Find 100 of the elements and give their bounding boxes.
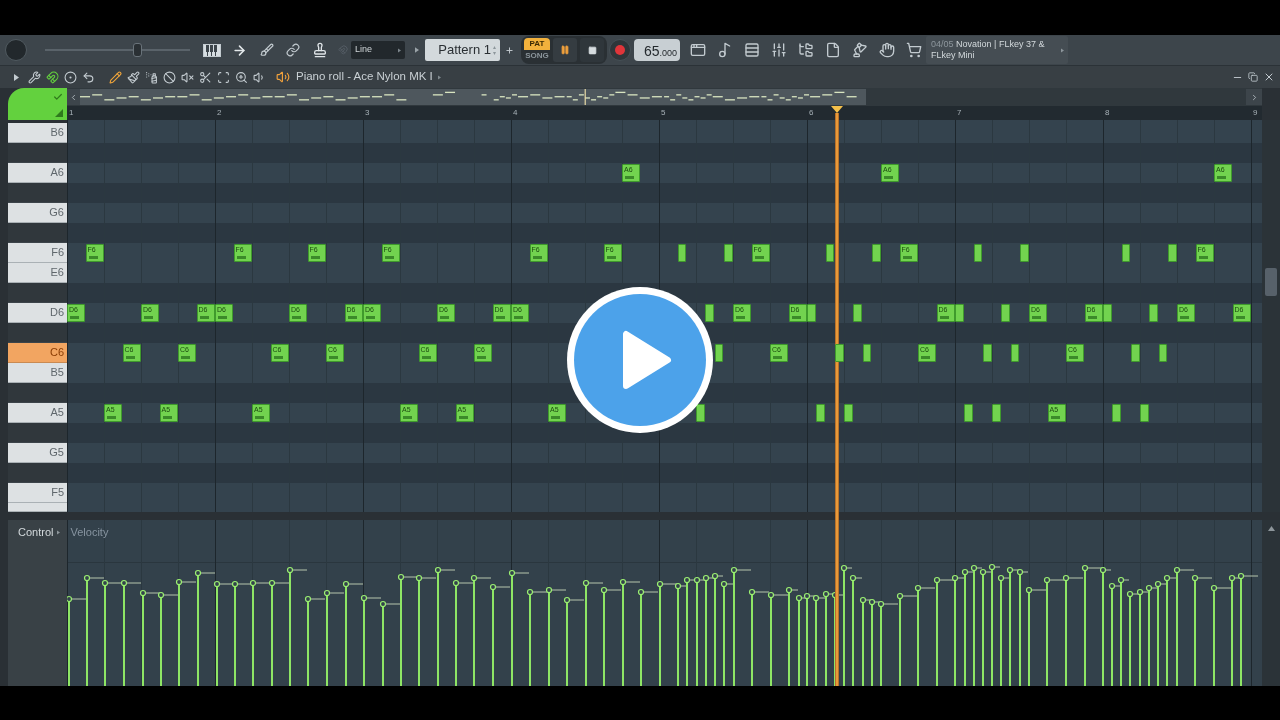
- triangle-icon[interactable]: [55, 109, 63, 117]
- ruler-number: 2: [217, 108, 222, 118]
- velocity-series[interactable]: [67, 563, 1259, 686]
- scissors-icon[interactable]: [198, 70, 212, 84]
- ruler-number: 7: [957, 108, 962, 118]
- caret-icon[interactable]: [415, 47, 419, 53]
- note-block[interactable]: [982, 344, 992, 362]
- note-block[interactable]: [1130, 344, 1140, 362]
- play-icon: [574, 294, 706, 426]
- ruler-number: 5: [661, 108, 666, 118]
- time-ruler[interactable]: 1 2 3 4 5 6 7 8 9: [67, 106, 1262, 120]
- scroll-left-button[interactable]: [67, 89, 80, 105]
- circle-dot-icon[interactable]: [64, 70, 77, 84]
- spray-can-icon[interactable]: [144, 70, 158, 84]
- note-block[interactable]: [871, 244, 881, 262]
- record-button[interactable]: [609, 39, 631, 61]
- window-title: Piano roll - Ace Nylon MK I: [296, 69, 433, 85]
- ruler-number: 8: [1105, 108, 1110, 118]
- stop-icon: [587, 45, 597, 55]
- note-block[interactable]: [973, 244, 983, 262]
- brush-icon[interactable]: [260, 43, 274, 57]
- piano-key[interactable]: C6: [8, 343, 67, 363]
- music-note-icon[interactable]: [717, 42, 733, 58]
- rows-icon[interactable]: [744, 42, 760, 58]
- arrow-right-icon[interactable]: [232, 42, 247, 58]
- record-icon: [615, 45, 625, 55]
- hint-message: 04/05 Novation | FLkey 37 & FLkey Mini: [931, 39, 1046, 61]
- folder-tree-icon[interactable]: [798, 42, 814, 58]
- note-block[interactable]: [723, 244, 733, 262]
- ruler-number: 4: [513, 108, 518, 118]
- zoom-icon[interactable]: [234, 70, 248, 84]
- note-block[interactable]: [1158, 344, 1168, 362]
- note-color-tile[interactable]: [8, 88, 67, 120]
- piano-key[interactable]: D6: [8, 303, 67, 323]
- piano-key[interactable]: A5: [8, 403, 67, 423]
- note-block[interactable]: [1019, 244, 1029, 262]
- ruler-number: 9: [1253, 108, 1258, 118]
- chevron-left-icon: [69, 92, 78, 102]
- undo-icon[interactable]: [82, 70, 95, 84]
- pause-icon: [560, 45, 570, 55]
- caret-icon[interactable]: [1061, 47, 1064, 53]
- caret-icon[interactable]: [14, 73, 19, 81]
- speaker-icon[interactable]: [252, 70, 266, 84]
- note-block[interactable]: [1121, 244, 1131, 262]
- caret-icon[interactable]: [437, 74, 441, 80]
- scrollbar-thumb[interactable]: [1265, 268, 1277, 296]
- close-icon[interactable]: [1263, 71, 1275, 83]
- ruler-number: 6: [809, 108, 814, 118]
- mode-button[interactable]: PAT: [524, 38, 550, 50]
- piano-key[interactable]: A6: [8, 163, 67, 183]
- caret-icon[interactable]: [57, 529, 61, 535]
- check-icon[interactable]: [53, 92, 63, 102]
- selection-icon[interactable]: [216, 70, 230, 84]
- note-block[interactable]: [862, 344, 872, 362]
- cart-icon[interactable]: [906, 42, 922, 58]
- note-block[interactable]: [1167, 244, 1177, 262]
- speaker-muted-icon[interactable]: [180, 70, 194, 84]
- link-icon[interactable]: [286, 43, 300, 57]
- hand-icon[interactable]: [879, 42, 895, 58]
- overview-track[interactable]: [67, 88, 1262, 106]
- restore-icon[interactable]: [1248, 72, 1258, 82]
- note-block[interactable]: [834, 344, 844, 362]
- piano-key[interactable]: G5: [8, 443, 67, 463]
- ruler-number: 3: [365, 108, 370, 118]
- file-icon[interactable]: [825, 42, 841, 58]
- pause-button[interactable]: [553, 38, 577, 62]
- sliders-icon[interactable]: [771, 42, 787, 58]
- stop-button[interactable]: [580, 38, 604, 62]
- note-block[interactable]: [677, 244, 687, 262]
- note-block[interactable]: [1010, 344, 1020, 362]
- piano-key[interactable]: B6: [8, 123, 67, 143]
- piano-key[interactable]: B5: [8, 363, 67, 383]
- caret-up-icon[interactable]: [1267, 526, 1275, 531]
- ruler-number: 1: [69, 108, 74, 118]
- piano-keyboard-icon[interactable]: [203, 43, 221, 57]
- overview-scrollbar[interactable]: [80, 89, 866, 105]
- piano-key[interactable]: E6: [8, 263, 67, 283]
- piano-key[interactable]: F5: [8, 483, 67, 503]
- magnet-icon[interactable]: [46, 70, 59, 84]
- piano-key[interactable]: F6: [8, 243, 67, 263]
- plus-icon[interactable]: [505, 45, 514, 55]
- tempo-display[interactable]: 65.000: [634, 39, 680, 61]
- slider-track[interactable]: [45, 43, 190, 57]
- wrench-icon[interactable]: [28, 70, 41, 84]
- speaker-icon[interactable]: [276, 70, 290, 84]
- paintbrush-icon[interactable]: [126, 70, 140, 84]
- pattern-selector[interactable]: Pattern 1: [425, 39, 500, 61]
- caret-icon[interactable]: [398, 47, 401, 53]
- pencil-icon[interactable]: [108, 70, 122, 84]
- line-dropdown[interactable]: Line: [351, 41, 405, 59]
- slider-thumb[interactable]: [133, 43, 143, 57]
- note-block[interactable]: [714, 344, 724, 362]
- stamp-icon[interactable]: [312, 42, 328, 58]
- note-block[interactable]: [825, 244, 835, 262]
- piano-key[interactable]: G6: [8, 203, 67, 223]
- ban-icon[interactable]: [162, 70, 176, 84]
- desk-lamp-icon[interactable]: [852, 42, 868, 58]
- control-parameter[interactable]: Velocity: [70, 524, 109, 541]
- control-label[interactable]: Control: [18, 524, 54, 541]
- window-icon[interactable]: [690, 42, 706, 58]
